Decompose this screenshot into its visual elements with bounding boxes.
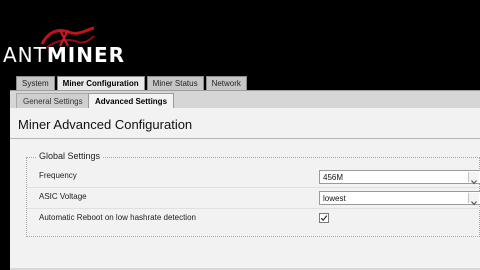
- global-settings-legend: Global Settings: [37, 151, 103, 161]
- frequency-label: Frequency: [39, 171, 77, 180]
- auto-reboot-label: Automatic Reboot on low hashrate detecti…: [39, 213, 196, 222]
- logo-text-thin: ANT: [3, 43, 47, 67]
- main-content: Miner Advanced Configuration Global Sett…: [10, 108, 480, 270]
- asic-voltage-select[interactable]: lowest: [319, 191, 480, 206]
- header: ANTMINER: [0, 0, 480, 74]
- auto-reboot-row: Automatic Reboot on low hashrate detecti…: [27, 210, 480, 228]
- chevron-down-icon: [468, 172, 479, 185]
- asic-voltage-label: ASIC Voltage: [39, 192, 87, 201]
- tab-network[interactable]: Network: [205, 76, 247, 90]
- page-title: Miner Advanced Configuration: [18, 117, 193, 132]
- frequency-value: 456M: [323, 173, 344, 182]
- global-settings-group: Global Settings Frequency 456M ASIC Volt…: [26, 151, 480, 237]
- title-divider: [10, 138, 480, 139]
- check-icon: [320, 215, 328, 222]
- asic-voltage-row: ASIC Voltage lowest: [27, 189, 480, 207]
- antminer-logo: ANTMINER: [3, 44, 125, 66]
- main-tab-bar: System Miner Configuration Miner Status …: [16, 76, 249, 91]
- tab-miner-configuration[interactable]: Miner Configuration: [56, 76, 145, 91]
- asic-voltage-value: lowest: [323, 194, 346, 203]
- frequency-select[interactable]: 456M: [319, 170, 480, 185]
- tab-general-settings[interactable]: General Settings: [16, 93, 90, 109]
- tab-system[interactable]: System: [16, 76, 55, 90]
- row-divider: [27, 208, 480, 209]
- sub-tab-bar: General Settings Advanced Settings: [10, 90, 480, 109]
- row-divider: [27, 187, 480, 188]
- auto-reboot-checkbox[interactable]: [319, 213, 329, 223]
- frequency-row: Frequency 456M: [27, 168, 480, 186]
- tab-advanced-settings[interactable]: Advanced Settings: [88, 93, 175, 109]
- tab-miner-status[interactable]: Miner Status: [146, 76, 204, 90]
- chevron-down-icon: [468, 193, 479, 206]
- logo-text-bold: MINER: [46, 43, 126, 67]
